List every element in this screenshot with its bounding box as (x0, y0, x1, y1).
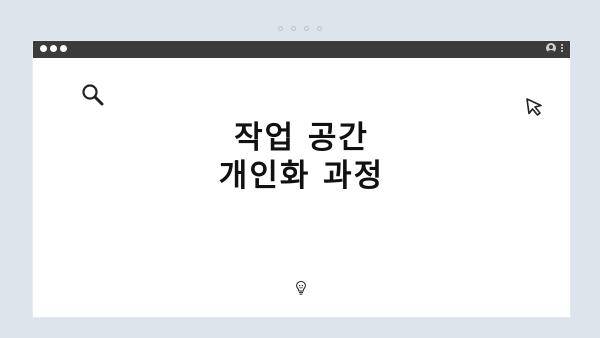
window-control-dot[interactable] (50, 45, 57, 52)
window-control-dot[interactable] (60, 45, 67, 52)
browser-window: 작업 공간 개인화 과정 (33, 41, 570, 317)
pagination-dot[interactable] (304, 26, 309, 31)
kebab-menu-icon[interactable] (560, 43, 564, 53)
page-background: 작업 공간 개인화 과정 (0, 0, 600, 338)
page-title: 작업 공간 개인화 과정 (33, 119, 570, 195)
window-controls (40, 45, 67, 52)
profile-icon[interactable] (546, 43, 556, 53)
lightbulb-icon (296, 280, 306, 295)
page-title-line-2: 개인화 과정 (218, 158, 385, 194)
window-control-dot[interactable] (40, 45, 47, 52)
titlebar-actions (546, 43, 564, 53)
page-title-line-1: 작업 공간 (234, 120, 369, 156)
pagination-dot[interactable] (278, 26, 283, 31)
cursor-icon (526, 98, 542, 116)
pagination-dot[interactable] (317, 26, 322, 31)
window-titlebar (33, 41, 570, 58)
pagination-dot[interactable] (291, 26, 296, 31)
pagination-dots (0, 26, 600, 31)
search-icon (82, 84, 104, 106)
